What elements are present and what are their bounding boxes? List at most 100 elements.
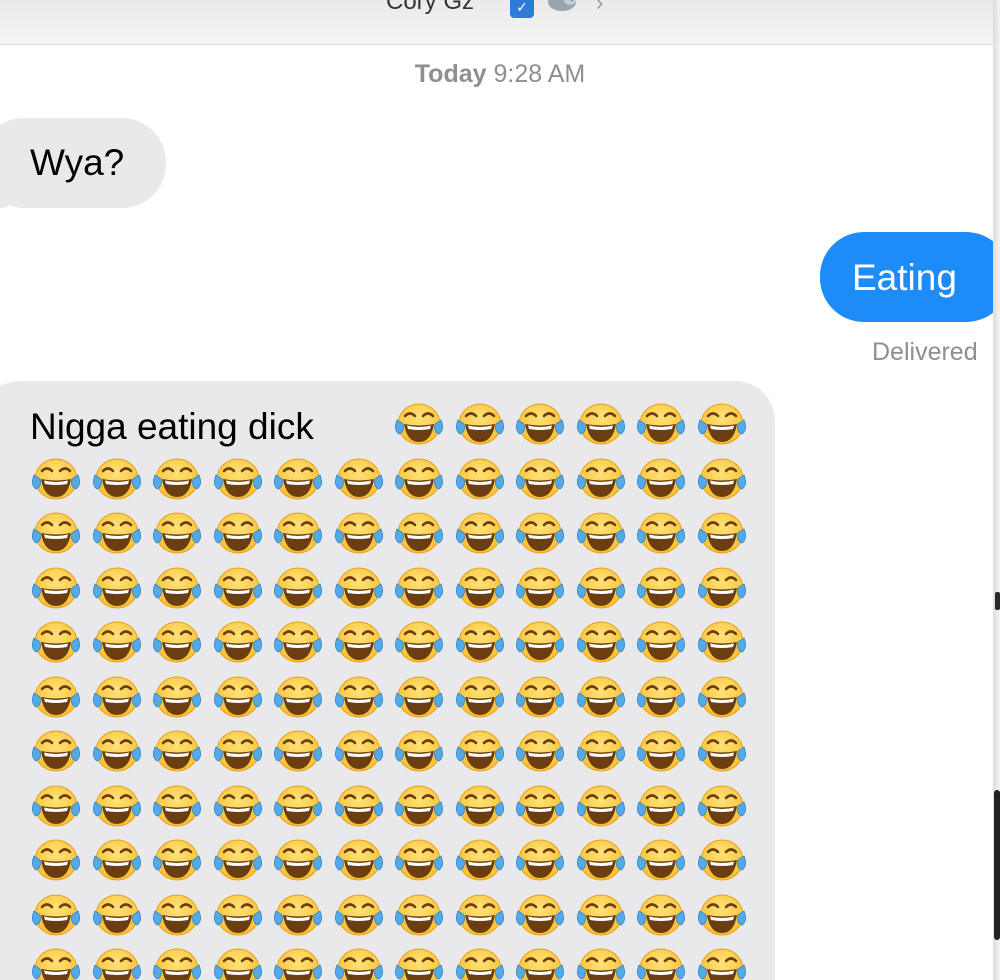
face-with-tears-of-joy-icon bbox=[395, 839, 443, 881]
verified-badge-icon: ✓ bbox=[510, 0, 534, 18]
face-with-tears-of-joy-icon bbox=[455, 567, 504, 608]
face-with-tears-of-joy-icon bbox=[92, 730, 141, 772]
face-with-tears-of-joy-icon bbox=[516, 948, 564, 980]
face-with-tears-of-joy-icon bbox=[516, 458, 564, 499]
face-with-tears-of-joy-icon bbox=[213, 458, 262, 499]
face-with-tears-of-joy-icon bbox=[153, 730, 201, 772]
face-with-tears-of-joy-icon bbox=[516, 676, 564, 717]
face-with-tears-of-joy-icon bbox=[334, 621, 383, 663]
face-with-tears-of-joy-icon bbox=[637, 567, 685, 608]
face-with-tears-of-joy-icon bbox=[213, 948, 262, 980]
face-with-tears-of-joy-icon bbox=[697, 512, 746, 554]
face-with-tears-of-joy-icon bbox=[153, 621, 201, 663]
face-with-tears-of-joy-icon bbox=[395, 948, 443, 980]
background-detail bbox=[995, 592, 1000, 610]
face-with-tears-of-joy-icon bbox=[274, 512, 322, 554]
face-with-tears-of-joy-icon bbox=[637, 785, 685, 826]
face-with-tears-of-joy-icon bbox=[32, 785, 80, 826]
face-with-tears-of-joy-icon bbox=[274, 621, 322, 663]
face-with-tears-of-joy-icon bbox=[32, 458, 80, 499]
face-with-tears-of-joy-icon bbox=[213, 730, 262, 772]
face-with-tears-of-joy-icon bbox=[455, 458, 504, 499]
message-text: Wya? bbox=[30, 142, 125, 183]
face-with-tears-of-joy-icon bbox=[92, 948, 141, 980]
face-with-tears-of-joy-icon bbox=[153, 785, 201, 826]
face-with-tears-of-joy-icon bbox=[576, 676, 625, 717]
face-with-tears-of-joy-icon bbox=[455, 730, 504, 772]
face-with-tears-of-joy-icon bbox=[395, 458, 443, 499]
delivery-status: Delivered bbox=[872, 338, 978, 366]
face-with-tears-of-joy-icon bbox=[576, 894, 625, 935]
face-with-tears-of-joy-icon bbox=[395, 621, 443, 663]
face-with-tears-of-joy-icon bbox=[274, 839, 322, 881]
face-with-tears-of-joy-icon bbox=[455, 621, 504, 663]
face-with-tears-of-joy-icon bbox=[395, 403, 443, 445]
face-with-tears-of-joy-icon bbox=[697, 458, 746, 499]
contact-name[interactable]: Cory Gz bbox=[386, 0, 474, 16]
incoming-message-bubble[interactable]: Nigga eating dick bbox=[0, 381, 775, 980]
face-with-tears-of-joy-icon bbox=[92, 458, 141, 499]
face-with-tears-of-joy-icon bbox=[92, 621, 141, 663]
face-with-tears-of-joy-icon bbox=[334, 785, 383, 826]
face-with-tears-of-joy-icon bbox=[32, 730, 80, 772]
face-with-tears-of-joy-icon bbox=[213, 676, 262, 717]
face-with-tears-of-joy-icon bbox=[153, 839, 201, 881]
face-with-tears-of-joy-icon bbox=[334, 894, 383, 935]
face-with-tears-of-joy-icon bbox=[576, 948, 625, 980]
message-text: Eating bbox=[852, 257, 957, 298]
face-with-tears-of-joy-icon bbox=[455, 839, 504, 881]
emoji-grid bbox=[0, 381, 775, 980]
face-with-tears-of-joy-icon bbox=[637, 894, 685, 935]
face-with-tears-of-joy-icon bbox=[213, 512, 262, 554]
face-with-tears-of-joy-icon bbox=[274, 730, 322, 772]
face-with-tears-of-joy-icon bbox=[576, 458, 625, 499]
face-with-tears-of-joy-icon bbox=[32, 676, 80, 717]
face-with-tears-of-joy-icon bbox=[697, 785, 746, 826]
incoming-message-bubble[interactable]: Wya? bbox=[0, 118, 166, 208]
face-with-tears-of-joy-icon bbox=[334, 567, 383, 608]
face-with-tears-of-joy-icon bbox=[637, 730, 685, 772]
face-with-tears-of-joy-icon bbox=[32, 621, 80, 663]
face-with-tears-of-joy-icon bbox=[637, 676, 685, 717]
outgoing-message-bubble[interactable]: Eating bbox=[820, 232, 993, 322]
face-with-tears-of-joy-icon bbox=[213, 785, 262, 826]
face-with-tears-of-joy-icon bbox=[516, 403, 564, 445]
face-with-tears-of-joy-icon bbox=[576, 730, 625, 772]
face-with-tears-of-joy-icon bbox=[32, 894, 80, 935]
face-with-tears-of-joy-icon bbox=[516, 839, 564, 881]
face-with-tears-of-joy-icon bbox=[32, 512, 80, 554]
timestamp-time: 9:28 AM bbox=[493, 60, 586, 88]
face-with-tears-of-joy-icon bbox=[32, 839, 80, 881]
face-with-tears-of-joy-icon bbox=[274, 458, 322, 499]
face-with-tears-of-joy-icon bbox=[274, 567, 322, 608]
face-with-tears-of-joy-icon bbox=[637, 948, 685, 980]
face-with-tears-of-joy-icon bbox=[697, 403, 746, 445]
face-with-tears-of-joy-icon bbox=[576, 621, 625, 663]
face-with-tears-of-joy-icon bbox=[334, 512, 383, 554]
face-with-tears-of-joy-icon bbox=[153, 567, 201, 608]
face-with-tears-of-joy-icon bbox=[637, 458, 685, 499]
face-with-tears-of-joy-icon bbox=[274, 676, 322, 717]
face-with-tears-of-joy-icon bbox=[576, 567, 625, 608]
face-with-tears-of-joy-icon bbox=[576, 785, 625, 826]
face-with-tears-of-joy-icon bbox=[637, 621, 685, 663]
conversation-header[interactable]: Cory Gz ✓ › bbox=[0, 0, 993, 45]
bird-icon bbox=[548, 0, 576, 11]
face-with-tears-of-joy-icon bbox=[334, 839, 383, 881]
face-with-tears-of-joy-icon bbox=[213, 621, 262, 663]
face-with-tears-of-joy-icon bbox=[455, 948, 504, 980]
message-timestamp: Today 9:28 AM bbox=[0, 60, 993, 89]
face-with-tears-of-joy-icon bbox=[274, 894, 322, 935]
face-with-tears-of-joy-icon bbox=[334, 948, 383, 980]
face-with-tears-of-joy-icon bbox=[395, 785, 443, 826]
face-with-tears-of-joy-icon bbox=[153, 948, 201, 980]
face-with-tears-of-joy-icon bbox=[395, 894, 443, 935]
chevron-right-icon[interactable]: › bbox=[596, 0, 603, 16]
face-with-tears-of-joy-icon bbox=[516, 730, 564, 772]
face-with-tears-of-joy-icon bbox=[92, 785, 141, 826]
face-with-tears-of-joy-icon bbox=[92, 839, 141, 881]
face-with-tears-of-joy-icon bbox=[32, 948, 80, 980]
face-with-tears-of-joy-icon bbox=[516, 785, 564, 826]
face-with-tears-of-joy-icon bbox=[697, 894, 746, 935]
face-with-tears-of-joy-icon bbox=[697, 621, 746, 663]
